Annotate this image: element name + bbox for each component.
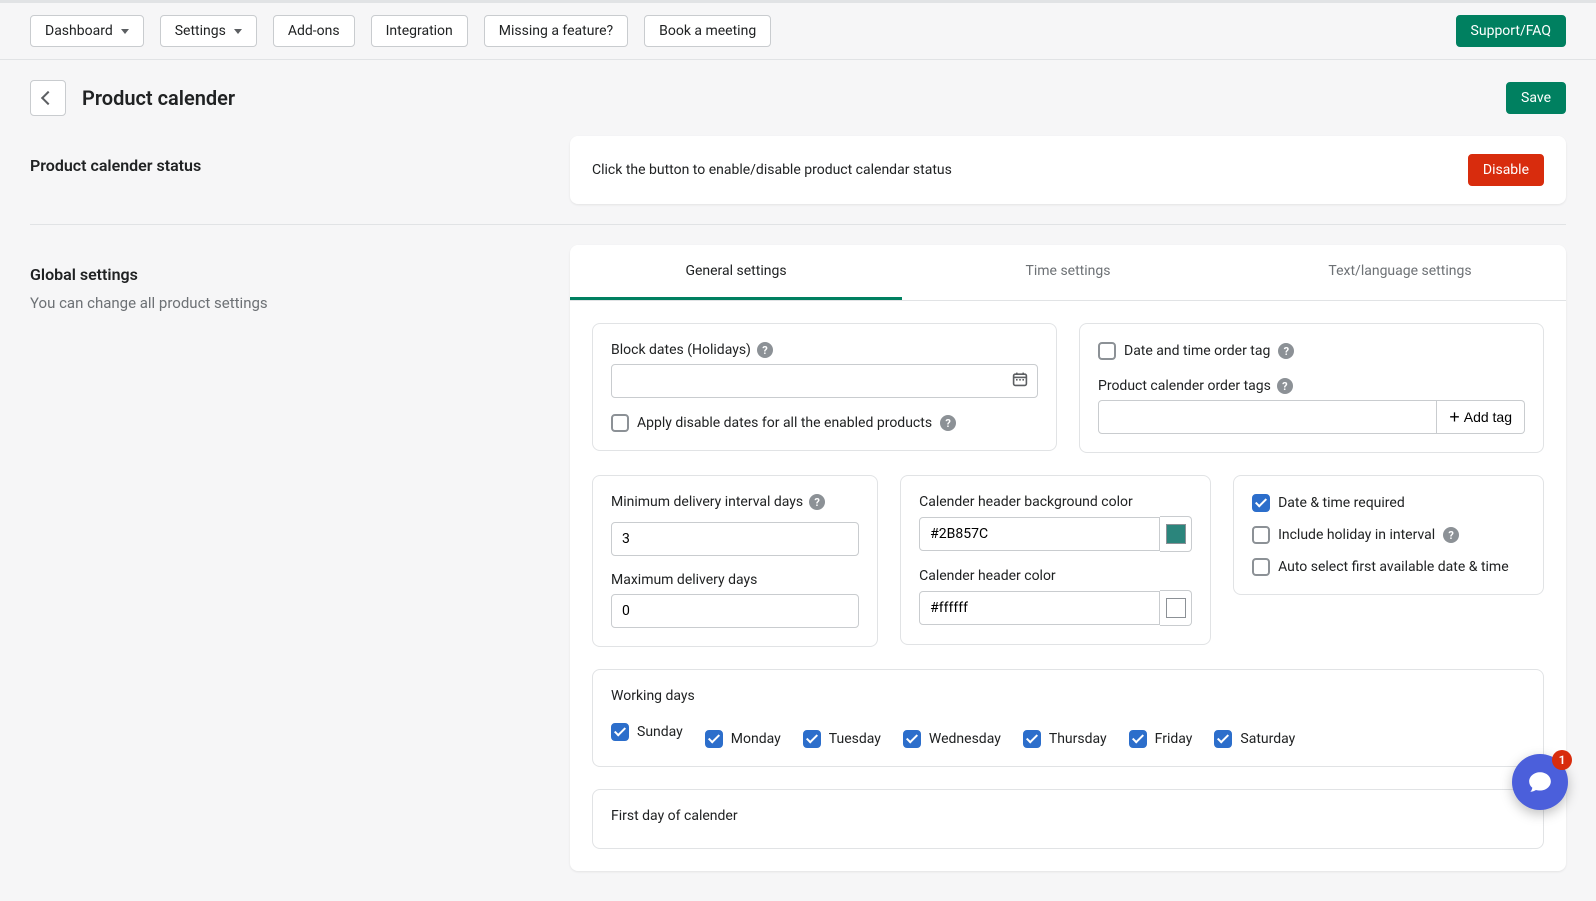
- chevron-down-icon: [121, 29, 129, 34]
- global-title: Global settings: [30, 265, 550, 284]
- day-thursday-checkbox[interactable]: [1023, 730, 1041, 748]
- day-label: Friday: [1155, 731, 1193, 747]
- date-time-required-label: Date & time required: [1278, 495, 1405, 511]
- save-button[interactable]: Save: [1506, 82, 1566, 114]
- integration-button[interactable]: Integration: [371, 15, 468, 47]
- date-time-tag-label: Date and time order tag: [1124, 343, 1270, 359]
- arrow-left-icon: [41, 91, 55, 105]
- settings-tabs: General settings Time settings Text/lang…: [570, 245, 1566, 301]
- global-settings-label: Global settings You can change all produ…: [30, 245, 550, 312]
- header-fg-swatch[interactable]: [1160, 590, 1192, 626]
- header-fg-input[interactable]: [919, 591, 1160, 625]
- tab-text[interactable]: Text/language settings: [1234, 245, 1566, 300]
- dashboard-dropdown[interactable]: Dashboard: [30, 15, 144, 47]
- block-dates-input[interactable]: [611, 364, 1038, 398]
- header-fg-label: Calender header color: [919, 568, 1192, 584]
- help-icon[interactable]: ?: [1277, 378, 1293, 394]
- order-tags-input[interactable]: [1098, 400, 1437, 434]
- status-title: Product calender status: [30, 156, 550, 175]
- status-description: Click the button to enable/disable produ…: [592, 162, 952, 178]
- day-label: Tuesday: [829, 731, 881, 747]
- apply-all-label: Apply disable dates for all the enabled …: [637, 415, 932, 431]
- add-tag-label: Add tag: [1464, 409, 1512, 425]
- block-dates-card: Block dates (Holidays) ? Apply disable d…: [592, 323, 1057, 451]
- settings-dropdown[interactable]: Settings: [160, 15, 257, 47]
- order-tags-card: Date and time order tag ? Product calend…: [1079, 323, 1544, 453]
- top-nav: Dashboard Settings Add-ons Integration M…: [0, 2, 1596, 60]
- block-dates-label: Block dates (Holidays): [611, 342, 751, 358]
- day-label: Sunday: [637, 724, 683, 740]
- chevron-down-icon: [234, 29, 242, 34]
- support-faq-button[interactable]: Support/FAQ: [1456, 15, 1566, 47]
- day-friday-checkbox[interactable]: [1129, 730, 1147, 748]
- day-saturday-checkbox[interactable]: [1214, 730, 1232, 748]
- holiday-interval-label: Include holiday in interval: [1278, 527, 1435, 543]
- day-label: Wednesday: [929, 731, 1001, 747]
- header-bg-label: Calender header background color: [919, 494, 1192, 510]
- header-bg-swatch[interactable]: [1160, 516, 1192, 552]
- day-wednesday-checkbox[interactable]: [903, 730, 921, 748]
- add-tag-button[interactable]: + Add tag: [1437, 400, 1525, 434]
- date-time-tag-checkbox[interactable]: [1098, 342, 1116, 360]
- help-icon[interactable]: ?: [809, 494, 825, 510]
- global-desc: You can change all product settings: [30, 294, 550, 312]
- first-day-card: First day of calender: [592, 789, 1544, 849]
- dashboard-label: Dashboard: [45, 23, 113, 39]
- help-icon[interactable]: ?: [940, 415, 956, 431]
- order-tags-label: Product calender order tags: [1098, 378, 1271, 394]
- delivery-card: Minimum delivery interval days ? Maximum…: [592, 475, 878, 647]
- chat-badge: 1: [1552, 750, 1572, 770]
- first-day-label: First day of calender: [611, 808, 1525, 824]
- page-title: Product calender: [82, 86, 235, 110]
- working-days-card: Working days Sunday Monday Tuesday Wedne…: [592, 669, 1544, 767]
- colors-card: Calender header background color Calende…: [900, 475, 1211, 645]
- day-label: Saturday: [1240, 731, 1295, 747]
- tab-time[interactable]: Time settings: [902, 245, 1234, 300]
- options-card: Date & time required Include holiday in …: [1233, 475, 1544, 595]
- auto-select-checkbox[interactable]: [1252, 558, 1270, 576]
- max-delivery-input[interactable]: [611, 594, 859, 628]
- chat-icon: [1527, 769, 1553, 795]
- tab-general[interactable]: General settings: [570, 245, 902, 300]
- disable-button[interactable]: Disable: [1468, 154, 1544, 186]
- holiday-interval-checkbox[interactable]: [1252, 526, 1270, 544]
- calendar-icon[interactable]: [1012, 371, 1028, 391]
- day-tuesday-checkbox[interactable]: [803, 730, 821, 748]
- header-bg-input[interactable]: [919, 517, 1160, 551]
- help-icon[interactable]: ?: [1443, 527, 1459, 543]
- day-label: Thursday: [1049, 731, 1107, 747]
- max-delivery-label: Maximum delivery days: [611, 572, 859, 588]
- working-days-label: Working days: [611, 688, 1525, 704]
- back-button[interactable]: [30, 80, 66, 116]
- page-header: Product calender Save: [0, 60, 1596, 136]
- date-time-required-checkbox[interactable]: [1252, 494, 1270, 512]
- book-meeting-button[interactable]: Book a meeting: [644, 15, 771, 47]
- day-monday-checkbox[interactable]: [705, 730, 723, 748]
- chat-widget[interactable]: 1: [1512, 754, 1568, 810]
- divider: [30, 224, 1566, 225]
- min-delivery-input[interactable]: [611, 522, 859, 556]
- addons-button[interactable]: Add-ons: [273, 15, 355, 47]
- plus-icon: +: [1449, 408, 1460, 426]
- help-icon[interactable]: ?: [757, 342, 773, 358]
- missing-feature-button[interactable]: Missing a feature?: [484, 15, 628, 47]
- day-label: Monday: [731, 731, 781, 747]
- auto-select-label: Auto select first available date & time: [1278, 559, 1509, 575]
- day-sunday-checkbox[interactable]: [611, 723, 629, 741]
- status-card: Click the button to enable/disable produ…: [570, 136, 1566, 204]
- min-delivery-label: Minimum delivery interval days: [611, 494, 803, 510]
- status-section-label: Product calender status: [30, 136, 550, 185]
- help-icon[interactable]: ?: [1278, 343, 1294, 359]
- settings-label: Settings: [175, 23, 226, 39]
- apply-all-checkbox[interactable]: [611, 414, 629, 432]
- settings-card: General settings Time settings Text/lang…: [570, 245, 1566, 871]
